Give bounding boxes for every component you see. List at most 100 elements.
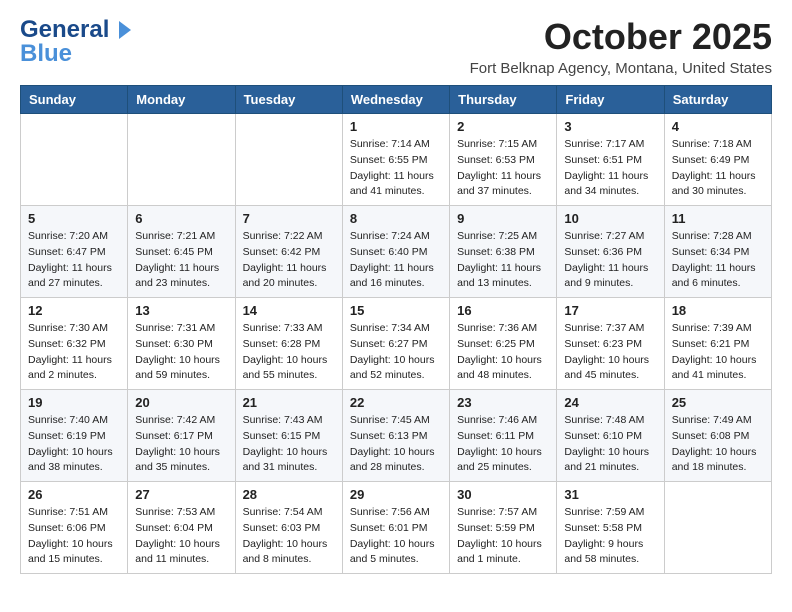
day-info: Sunrise: 7:28 AM Sunset: 6:34 PM Dayligh…: [672, 229, 764, 292]
day-info: Sunrise: 7:34 AM Sunset: 6:27 PM Dayligh…: [350, 321, 442, 384]
logo-blue: Blue: [20, 40, 72, 68]
calendar-day-9: 9 Sunrise: 7:25 AM Sunset: 6:38 PM Daylig…: [450, 206, 557, 298]
month-title: October 2025: [470, 16, 772, 58]
day-info: Sunrise: 7:18 AM Sunset: 6:49 PM Dayligh…: [672, 137, 764, 200]
day-number: 25: [672, 395, 764, 410]
calendar-day-8: 8 Sunrise: 7:24 AM Sunset: 6:40 PM Daylig…: [342, 206, 449, 298]
day-info: Sunrise: 7:46 AM Sunset: 6:11 PM Dayligh…: [457, 413, 549, 476]
day-number: 22: [350, 395, 442, 410]
calendar-header-monday: Monday: [128, 86, 235, 114]
calendar-week-row: 5 Sunrise: 7:20 AM Sunset: 6:47 PM Daylig…: [21, 206, 772, 298]
day-number: 31: [564, 487, 656, 502]
calendar-header-wednesday: Wednesday: [342, 86, 449, 114]
day-number: 18: [672, 303, 764, 318]
calendar-day-16: 16 Sunrise: 7:36 AM Sunset: 6:25 PM Dayli…: [450, 298, 557, 390]
calendar-day-11: 11Sunrise: 7:28 AM Sunset: 6:34 PM Dayli…: [664, 206, 771, 298]
day-number: 10: [564, 211, 656, 226]
calendar-day-20: 20 Sunrise: 7:42 AM Sunset: 6:17 PM Dayli…: [128, 390, 235, 482]
day-number: 29: [350, 487, 442, 502]
calendar-header-saturday: Saturday: [664, 86, 771, 114]
calendar-day-12: 12Sunrise: 7:30 AM Sunset: 6:32 PM Dayli…: [21, 298, 128, 390]
calendar-day-14: 14 Sunrise: 7:33 AM Sunset: 6:28 PM Dayli…: [235, 298, 342, 390]
calendar-day-4: 4Sunrise: 7:18 AM Sunset: 6:49 PM Daylig…: [664, 114, 771, 206]
calendar-day-2: 2Sunrise: 7:15 AM Sunset: 6:53 PM Daylig…: [450, 114, 557, 206]
calendar-day-26: 26Sunrise: 7:51 AM Sunset: 6:06 PM Dayli…: [21, 482, 128, 574]
day-info: Sunrise: 7:45 AM Sunset: 6:13 PM Dayligh…: [350, 413, 442, 476]
calendar-table: SundayMondayTuesdayWednesdayThursdayFrid…: [20, 85, 772, 574]
calendar-week-row: 19Sunrise: 7:40 AM Sunset: 6:19 PM Dayli…: [21, 390, 772, 482]
calendar-header-tuesday: Tuesday: [235, 86, 342, 114]
day-number: 20: [135, 395, 227, 410]
calendar-day-18: 18 Sunrise: 7:39 AM Sunset: 6:21 PM Dayli…: [664, 298, 771, 390]
day-info: Sunrise: 7:17 AM Sunset: 6:51 PM Dayligh…: [564, 137, 656, 200]
day-info: Sunrise: 7:20 AM Sunset: 6:47 PM Dayligh…: [28, 229, 120, 292]
day-number: 8: [350, 211, 442, 226]
day-number: 7: [243, 211, 335, 226]
day-number: 3: [564, 119, 656, 134]
day-info: Sunrise: 7:37 AM Sunset: 6:23 PM Dayligh…: [564, 321, 656, 384]
day-info: Sunrise: 7:33 AM Sunset: 6:28 PM Dayligh…: [243, 321, 335, 384]
calendar-day-30: 30 Sunrise: 7:57 AM Sunset: 5:59 PM Dayli…: [450, 482, 557, 574]
day-info: Sunrise: 7:59 AM Sunset: 5:58 PM Dayligh…: [564, 505, 656, 568]
calendar-empty-cell: [21, 114, 128, 206]
day-info: Sunrise: 7:25 AM Sunset: 6:38 PM Dayligh…: [457, 229, 549, 292]
calendar-day-10: 10 Sunrise: 7:27 AM Sunset: 6:36 PM Dayli…: [557, 206, 664, 298]
day-info: Sunrise: 7:57 AM Sunset: 5:59 PM Dayligh…: [457, 505, 549, 568]
calendar-header-row: SundayMondayTuesdayWednesdayThursdayFrid…: [21, 86, 772, 114]
location: Fort Belknap Agency, Montana, United Sta…: [470, 60, 772, 77]
day-number: 15: [350, 303, 442, 318]
day-number: 19: [28, 395, 120, 410]
logo-icon: [111, 19, 133, 41]
day-number: 1: [350, 119, 442, 134]
calendar-empty-cell: [128, 114, 235, 206]
day-number: 6: [135, 211, 227, 226]
day-info: Sunrise: 7:36 AM Sunset: 6:25 PM Dayligh…: [457, 321, 549, 384]
calendar-day-5: 5 Sunrise: 7:20 AM Sunset: 6:47 PM Daylig…: [21, 206, 128, 298]
day-info: Sunrise: 7:53 AM Sunset: 6:04 PM Dayligh…: [135, 505, 227, 568]
calendar-day-28: 28 Sunrise: 7:54 AM Sunset: 6:03 PM Dayli…: [235, 482, 342, 574]
day-info: Sunrise: 7:49 AM Sunset: 6:08 PM Dayligh…: [672, 413, 764, 476]
calendar-week-row: 12Sunrise: 7:30 AM Sunset: 6:32 PM Dayli…: [21, 298, 772, 390]
day-info: Sunrise: 7:14 AM Sunset: 6:55 PM Dayligh…: [350, 137, 442, 200]
day-info: Sunrise: 7:39 AM Sunset: 6:21 PM Dayligh…: [672, 321, 764, 384]
day-number: 28: [243, 487, 335, 502]
calendar-day-13: 13 Sunrise: 7:31 AM Sunset: 6:30 PM Dayli…: [128, 298, 235, 390]
calendar-day-31: 31 Sunrise: 7:59 AM Sunset: 5:58 PM Dayli…: [557, 482, 664, 574]
day-number: 26: [28, 487, 120, 502]
day-number: 30: [457, 487, 549, 502]
day-info: Sunrise: 7:48 AM Sunset: 6:10 PM Dayligh…: [564, 413, 656, 476]
day-info: Sunrise: 7:56 AM Sunset: 6:01 PM Dayligh…: [350, 505, 442, 568]
calendar-day-21: 21Sunrise: 7:43 AM Sunset: 6:15 PM Dayli…: [235, 390, 342, 482]
day-info: Sunrise: 7:24 AM Sunset: 6:40 PM Dayligh…: [350, 229, 442, 292]
day-number: 24: [564, 395, 656, 410]
day-info: Sunrise: 7:21 AM Sunset: 6:45 PM Dayligh…: [135, 229, 227, 292]
day-number: 13: [135, 303, 227, 318]
day-number: 9: [457, 211, 549, 226]
calendar-empty-cell: [235, 114, 342, 206]
day-number: 27: [135, 487, 227, 502]
calendar-day-25: 25 Sunrise: 7:49 AM Sunset: 6:08 PM Dayli…: [664, 390, 771, 482]
title-block: October 2025 Fort Belknap Agency, Montan…: [470, 16, 772, 77]
day-info: Sunrise: 7:31 AM Sunset: 6:30 PM Dayligh…: [135, 321, 227, 384]
day-number: 21: [243, 395, 335, 410]
logo: General Blue: [20, 16, 133, 68]
calendar-day-24: 24 Sunrise: 7:48 AM Sunset: 6:10 PM Dayli…: [557, 390, 664, 482]
day-info: Sunrise: 7:27 AM Sunset: 6:36 PM Dayligh…: [564, 229, 656, 292]
day-number: 5: [28, 211, 120, 226]
calendar-day-29: 29 Sunrise: 7:56 AM Sunset: 6:01 PM Dayli…: [342, 482, 449, 574]
day-number: 23: [457, 395, 549, 410]
day-number: 17: [564, 303, 656, 318]
calendar-header-friday: Friday: [557, 86, 664, 114]
calendar-day-23: 23 Sunrise: 7:46 AM Sunset: 6:11 PM Dayli…: [450, 390, 557, 482]
calendar-day-15: 15 Sunrise: 7:34 AM Sunset: 6:27 PM Dayli…: [342, 298, 449, 390]
calendar-day-6: 6 Sunrise: 7:21 AM Sunset: 6:45 PM Daylig…: [128, 206, 235, 298]
day-number: 14: [243, 303, 335, 318]
calendar-day-7: 7 Sunrise: 7:22 AM Sunset: 6:42 PM Daylig…: [235, 206, 342, 298]
day-info: Sunrise: 7:54 AM Sunset: 6:03 PM Dayligh…: [243, 505, 335, 568]
calendar-day-22: 22 Sunrise: 7:45 AM Sunset: 6:13 PM Dayli…: [342, 390, 449, 482]
day-info: Sunrise: 7:42 AM Sunset: 6:17 PM Dayligh…: [135, 413, 227, 476]
day-number: 16: [457, 303, 549, 318]
day-info: Sunrise: 7:22 AM Sunset: 6:42 PM Dayligh…: [243, 229, 335, 292]
calendar-header-sunday: Sunday: [21, 86, 128, 114]
page-header: General Blue October 2025 Fort Belknap A…: [20, 16, 772, 77]
